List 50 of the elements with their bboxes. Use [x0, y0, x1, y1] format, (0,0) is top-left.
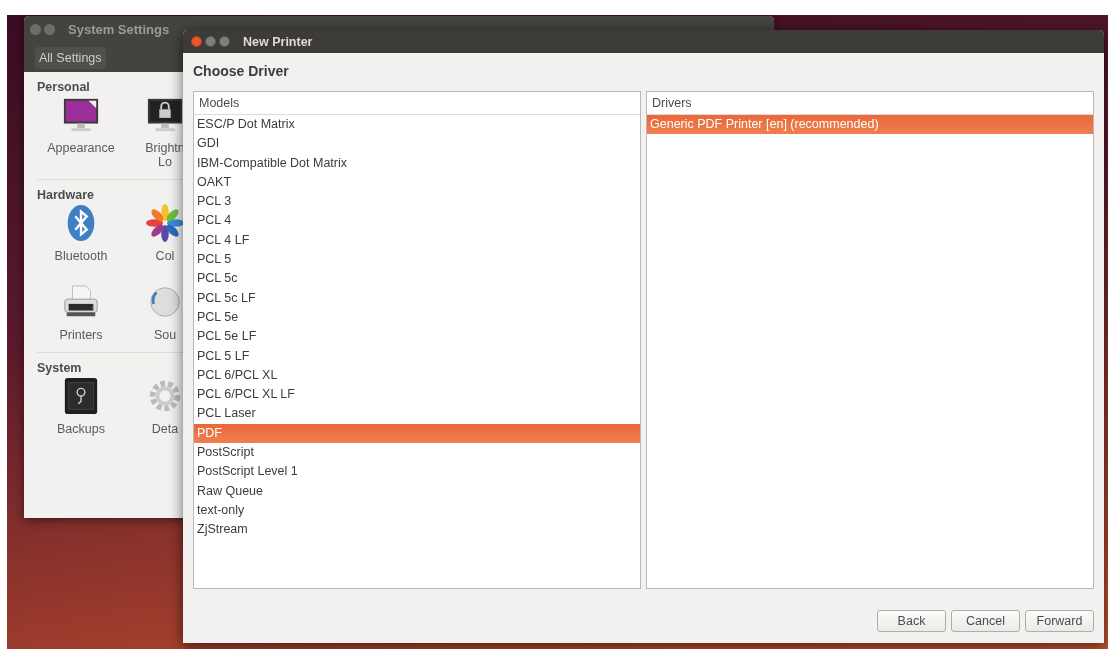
section-heading: Hardware [37, 188, 95, 202]
lock-monitor-icon[interactable] [146, 96, 184, 134]
safe-icon[interactable] [62, 377, 100, 415]
window-title: System Settings [68, 22, 170, 37]
maximize-button[interactable] [219, 36, 230, 47]
list-item[interactable]: PCL 4 LF [194, 230, 640, 251]
list-item[interactable]: PCL 5c [194, 269, 640, 289]
list-item[interactable]: PCL 5 LF [194, 346, 640, 366]
section-heading: Personal [37, 80, 91, 94]
list-item[interactable]: PCL 6/PCL XL LF [194, 385, 640, 405]
all-settings-button[interactable]: All Settings [35, 46, 106, 69]
dialog-button[interactable]: Cancel [951, 610, 1020, 632]
monitor-icon[interactable] [62, 96, 100, 134]
dialog-button[interactable]: Forward [1025, 610, 1094, 632]
settings-item-label[interactable]: Lo [158, 155, 172, 169]
list-item[interactable]: OAKT [194, 172, 640, 193]
settings-item-label[interactable]: Backups [57, 422, 105, 436]
column-header[interactable]: Models [194, 92, 640, 115]
window-title: New Printer [243, 34, 313, 49]
minimize-button[interactable] [44, 24, 55, 35]
settings-item-label[interactable]: Brightn [145, 141, 185, 155]
settings-item-label[interactable]: Appearance [47, 141, 115, 155]
list-item[interactable]: GDI [194, 134, 640, 154]
settings-item-label[interactable]: Deta [151, 422, 179, 436]
list-item[interactable]: ESC/P Dot Matrix [194, 115, 640, 135]
list-item[interactable]: PostScript Level 1 [194, 462, 640, 482]
list-item[interactable]: PCL 3 [194, 192, 640, 212]
close-button[interactable] [30, 24, 41, 35]
color-wheel-icon[interactable] [146, 204, 184, 242]
list-item[interactable]: PostScript [194, 443, 640, 463]
minimize-button[interactable] [205, 36, 216, 47]
dialog-heading: Choose Driver [193, 63, 290, 81]
list-item[interactable]: ZjStream [194, 520, 640, 540]
list-item[interactable]: PCL Laser [194, 404, 640, 424]
settings-item-label[interactable]: Col [155, 249, 175, 263]
list-item[interactable]: PCL 4 [194, 211, 640, 231]
list-item[interactable]: PCL 5e [194, 307, 640, 328]
dialog-button[interactable]: Back [877, 610, 946, 632]
list-item[interactable]: Raw Queue [194, 481, 640, 501]
list-item[interactable]: text-only [194, 500, 640, 521]
close-button[interactable] [191, 36, 202, 47]
list-item[interactable]: PCL 5 [194, 250, 640, 270]
list-item[interactable]: PCL 5e LF [194, 327, 640, 347]
section-heading: System [37, 361, 83, 375]
settings-item-label[interactable]: Printers [59, 328, 103, 342]
list-item[interactable]: PCL 5c LF [194, 288, 640, 308]
settings-item-label[interactable]: Bluetooth [54, 249, 108, 263]
list-item[interactable]: PCL 6/PCL XL [194, 365, 640, 386]
settings-item-label[interactable]: Sou [153, 328, 177, 342]
list-item[interactable]: IBM-Compatible Dot Matrix [194, 153, 640, 173]
